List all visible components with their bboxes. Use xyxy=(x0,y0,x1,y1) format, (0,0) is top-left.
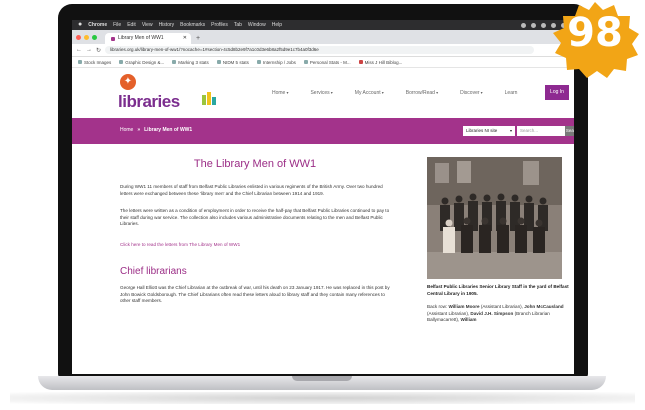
bookmark-item[interactable]: Personal Stats - M... xyxy=(303,60,351,65)
bookmark-icon xyxy=(256,60,261,64)
search-button[interactable]: Search xyxy=(565,126,574,136)
search-input[interactable]: Search... xyxy=(517,126,565,136)
reload-icon[interactable]: ↻ xyxy=(96,47,101,54)
menu-item-tab[interactable]: Tab xyxy=(234,20,242,30)
breadcrumb: Home » Library Men of WW1 xyxy=(120,127,192,133)
apple-icon[interactable]: ● xyxy=(78,20,82,30)
close-tab-icon[interactable]: ✕ xyxy=(183,33,187,44)
macos-menu-bar: ● Chrome File Edit View History Bookmark… xyxy=(72,20,574,30)
main-content: The Library Men of WW1 During WW1 11 mem… xyxy=(72,144,574,364)
bookmark-item[interactable]: NIDM 5 stats xyxy=(216,60,249,65)
tab-title: Library Men of WW1 xyxy=(118,35,164,41)
nav-my-account[interactable]: My Account xyxy=(355,90,384,96)
badge-number: 98 xyxy=(567,10,623,56)
login-button[interactable]: Log In xyxy=(545,85,569,100)
section-heading: Chief librarians xyxy=(120,266,187,277)
bookmark-icon xyxy=(78,60,82,64)
nav-discover[interactable]: Discover xyxy=(460,90,483,96)
address-bar-row: ← → ↻ libraries.org.uk/library-men-of-ww… xyxy=(72,44,574,57)
browser-tab[interactable]: Library Men of WW1 ✕ xyxy=(105,33,191,44)
bookmark-item[interactable]: Miss J Hill Biblog... xyxy=(358,60,402,65)
window-controls xyxy=(76,30,97,44)
menu-item-file[interactable]: File xyxy=(113,20,121,30)
back-icon[interactable]: ← xyxy=(76,47,82,53)
status-icon[interactable] xyxy=(541,22,546,28)
site-header: ✦ libraries Home Services My Account Bor… xyxy=(72,68,574,118)
page-title: The Library Men of WW1 xyxy=(193,158,317,170)
bookmark-icon xyxy=(303,60,308,64)
screen: ● Chrome File Edit View History Bookmark… xyxy=(72,20,574,374)
new-tab-icon[interactable]: + xyxy=(196,33,200,44)
status-icon[interactable] xyxy=(531,22,536,28)
laptop: ● Chrome File Edit View History Bookmark… xyxy=(38,4,606,390)
laptop-base xyxy=(38,376,606,390)
site-logo[interactable]: libraries xyxy=(118,92,180,112)
bookmark-item[interactable]: Stock Images xyxy=(78,60,111,65)
maximize-window-icon[interactable] xyxy=(92,34,97,40)
floor-shadow xyxy=(10,392,635,404)
menu-item-history[interactable]: History xyxy=(159,20,175,30)
site-select[interactable]: Libraries NI site xyxy=(463,126,515,136)
menu-item-window[interactable]: Window xyxy=(248,20,266,30)
nav-learn[interactable]: Learn xyxy=(505,90,518,96)
minimize-window-icon[interactable] xyxy=(84,34,89,40)
menu-item-chrome[interactable]: Chrome xyxy=(88,20,107,30)
breadcrumb-home[interactable]: Home xyxy=(120,127,133,133)
breadcrumb-bar: Home » Library Men of WW1 Libraries NI s… xyxy=(72,118,574,144)
menu-item-profiles[interactable]: Profiles xyxy=(211,20,228,30)
breadcrumb-separator: » xyxy=(137,127,141,133)
nav-services[interactable]: Services xyxy=(310,90,332,96)
bookmark-icon xyxy=(358,60,363,64)
main-navigation: Home Services My Account Borrow/Read Dis… xyxy=(272,90,517,96)
bookmark-item[interactable]: Graphic Design &... xyxy=(119,60,164,65)
ni-logo-icon xyxy=(202,92,216,106)
forward-icon[interactable]: → xyxy=(86,47,92,53)
menu-item-help[interactable]: Help xyxy=(272,20,282,30)
bookmark-item[interactable]: Internship / Jobs xyxy=(256,60,296,65)
number-badge: 98 xyxy=(549,0,641,78)
nav-home[interactable]: Home xyxy=(272,90,288,96)
menu-item-edit[interactable]: Edit xyxy=(127,20,136,30)
bookmark-item[interactable]: Marking 3 stats xyxy=(172,60,209,65)
chief-librarians-paragraph: George Hall Elliott was the Chief Librar… xyxy=(120,285,390,304)
url-input[interactable]: libraries.org.uk/library-men-of-ww1/?noc… xyxy=(105,46,534,54)
photo-names: Back row: William Moore (Assistant Libra… xyxy=(427,304,564,323)
laptop-notch xyxy=(292,376,352,381)
intro-paragraph: During WW1 11 members of staff from Belf… xyxy=(120,184,383,196)
close-window-icon[interactable] xyxy=(76,34,81,40)
letters-link[interactable]: Click here to read the letters from The … xyxy=(120,242,240,247)
menu-item-bookmarks[interactable]: Bookmarks xyxy=(180,20,205,30)
nav-borrow-read[interactable]: Borrow/Read xyxy=(406,90,438,96)
photo-caption: Belfast Public Libraries Senior Library … xyxy=(427,284,569,296)
bookmark-icon xyxy=(119,60,124,64)
bookmark-icon xyxy=(172,60,177,64)
bookmarks-bar: Stock Images Graphic Design &... Marking… xyxy=(72,57,574,68)
bookmark-icon xyxy=(216,60,221,64)
menu-item-view[interactable]: View xyxy=(142,20,153,30)
letters-paragraph: The letters were written as a condition … xyxy=(120,208,390,227)
browser-tab-bar: Library Men of WW1 ✕ + xyxy=(72,30,574,44)
status-icon[interactable] xyxy=(521,22,526,28)
favicon-icon xyxy=(111,36,115,41)
libraries-logo-icon[interactable]: ✦ xyxy=(120,74,136,90)
breadcrumb-current: Library Men of WW1 xyxy=(144,127,193,133)
library-staff-photo xyxy=(427,157,562,279)
